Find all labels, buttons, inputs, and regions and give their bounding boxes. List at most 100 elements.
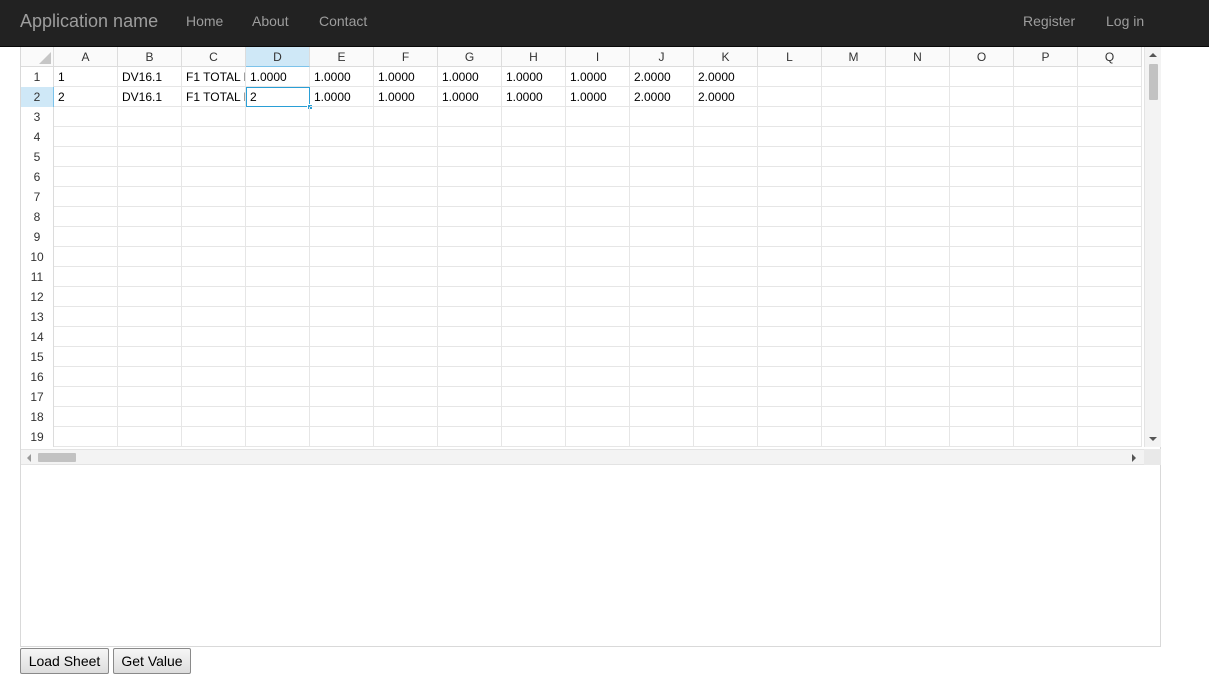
cell-o2[interactable] <box>950 87 1014 107</box>
cell-h8[interactable] <box>502 207 566 227</box>
cell-c18[interactable] <box>182 407 246 427</box>
row-header-4[interactable]: 4 <box>21 127 54 147</box>
cell-d1[interactable]: 1.0000 <box>246 67 310 87</box>
cell-f7[interactable] <box>374 187 438 207</box>
cell-j13[interactable] <box>630 307 694 327</box>
cell-p8[interactable] <box>1014 207 1078 227</box>
cell-o11[interactable] <box>950 267 1014 287</box>
cell-c10[interactable] <box>182 247 246 267</box>
cell-p10[interactable] <box>1014 247 1078 267</box>
cell-a2[interactable]: 2 <box>54 87 118 107</box>
cell-p17[interactable] <box>1014 387 1078 407</box>
cell-e6[interactable] <box>310 167 374 187</box>
cell-e4[interactable] <box>310 127 374 147</box>
cell-h2[interactable]: 1.0000 <box>502 87 566 107</box>
column-header-o[interactable]: O <box>950 47 1014 67</box>
cell-k4[interactable] <box>694 127 758 147</box>
cell-o18[interactable] <box>950 407 1014 427</box>
cell-o5[interactable] <box>950 147 1014 167</box>
cell-j9[interactable] <box>630 227 694 247</box>
cell-d10[interactable] <box>246 247 310 267</box>
cell-d4[interactable] <box>246 127 310 147</box>
cell-n2[interactable] <box>886 87 950 107</box>
cell-h10[interactable] <box>502 247 566 267</box>
cell-k11[interactable] <box>694 267 758 287</box>
cell-a6[interactable] <box>54 167 118 187</box>
cell-a12[interactable] <box>54 287 118 307</box>
cell-h1[interactable]: 1.0000 <box>502 67 566 87</box>
cell-k16[interactable] <box>694 367 758 387</box>
cell-b17[interactable] <box>118 387 182 407</box>
cell-p19[interactable] <box>1014 427 1078 447</box>
column-header-j[interactable]: J <box>630 47 694 67</box>
cell-d8[interactable] <box>246 207 310 227</box>
cell-n15[interactable] <box>886 347 950 367</box>
cell-c2[interactable]: F1 TOTAL B <box>182 87 246 107</box>
cell-g2[interactable]: 1.0000 <box>438 87 502 107</box>
cell-b19[interactable] <box>118 427 182 447</box>
cell-l13[interactable] <box>758 307 822 327</box>
cell-i3[interactable] <box>566 107 630 127</box>
cell-o1[interactable] <box>950 67 1014 87</box>
cell-j14[interactable] <box>630 327 694 347</box>
cell-d3[interactable] <box>246 107 310 127</box>
cell-g5[interactable] <box>438 147 502 167</box>
cell-g1[interactable]: 1.0000 <box>438 67 502 87</box>
cell-h6[interactable] <box>502 167 566 187</box>
cell-j11[interactable] <box>630 267 694 287</box>
cell-e19[interactable] <box>310 427 374 447</box>
cell-m11[interactable] <box>822 267 886 287</box>
cell-c9[interactable] <box>182 227 246 247</box>
cell-j18[interactable] <box>630 407 694 427</box>
cell-n19[interactable] <box>886 427 950 447</box>
cell-d13[interactable] <box>246 307 310 327</box>
get-value-button[interactable]: Get Value <box>113 648 191 674</box>
select-all-corner[interactable] <box>21 47 54 67</box>
cell-n7[interactable] <box>886 187 950 207</box>
cell-n14[interactable] <box>886 327 950 347</box>
cell-j8[interactable] <box>630 207 694 227</box>
cell-d11[interactable] <box>246 267 310 287</box>
cell-h9[interactable] <box>502 227 566 247</box>
cell-e8[interactable] <box>310 207 374 227</box>
cell-l1[interactable] <box>758 67 822 87</box>
horizontal-scroll-thumb[interactable] <box>38 453 76 462</box>
vertical-scroll-thumb[interactable] <box>1149 64 1158 100</box>
cell-c8[interactable] <box>182 207 246 227</box>
cell-f10[interactable] <box>374 247 438 267</box>
column-header-m[interactable]: M <box>822 47 886 67</box>
cell-c15[interactable] <box>182 347 246 367</box>
cell-m19[interactable] <box>822 427 886 447</box>
cell-o15[interactable] <box>950 347 1014 367</box>
cell-m12[interactable] <box>822 287 886 307</box>
cell-b18[interactable] <box>118 407 182 427</box>
cell-b1[interactable]: DV16.1 <box>118 67 182 87</box>
cell-e13[interactable] <box>310 307 374 327</box>
cell-n11[interactable] <box>886 267 950 287</box>
cell-p15[interactable] <box>1014 347 1078 367</box>
scroll-up-icon[interactable] <box>1149 53 1157 57</box>
cell-m6[interactable] <box>822 167 886 187</box>
cell-m2[interactable] <box>822 87 886 107</box>
column-header-k[interactable]: K <box>694 47 758 67</box>
cell-p12[interactable] <box>1014 287 1078 307</box>
cell-l9[interactable] <box>758 227 822 247</box>
cell-m10[interactable] <box>822 247 886 267</box>
cell-q8[interactable] <box>1078 207 1142 227</box>
cell-c4[interactable] <box>182 127 246 147</box>
column-header-c[interactable]: C <box>182 47 246 67</box>
cell-k5[interactable] <box>694 147 758 167</box>
cell-e18[interactable] <box>310 407 374 427</box>
cell-h11[interactable] <box>502 267 566 287</box>
cell-p18[interactable] <box>1014 407 1078 427</box>
cell-q10[interactable] <box>1078 247 1142 267</box>
cell-a17[interactable] <box>54 387 118 407</box>
cell-q15[interactable] <box>1078 347 1142 367</box>
cell-b6[interactable] <box>118 167 182 187</box>
cell-l11[interactable] <box>758 267 822 287</box>
cell-m15[interactable] <box>822 347 886 367</box>
cell-i11[interactable] <box>566 267 630 287</box>
cell-o3[interactable] <box>950 107 1014 127</box>
cell-f13[interactable] <box>374 307 438 327</box>
cell-q14[interactable] <box>1078 327 1142 347</box>
